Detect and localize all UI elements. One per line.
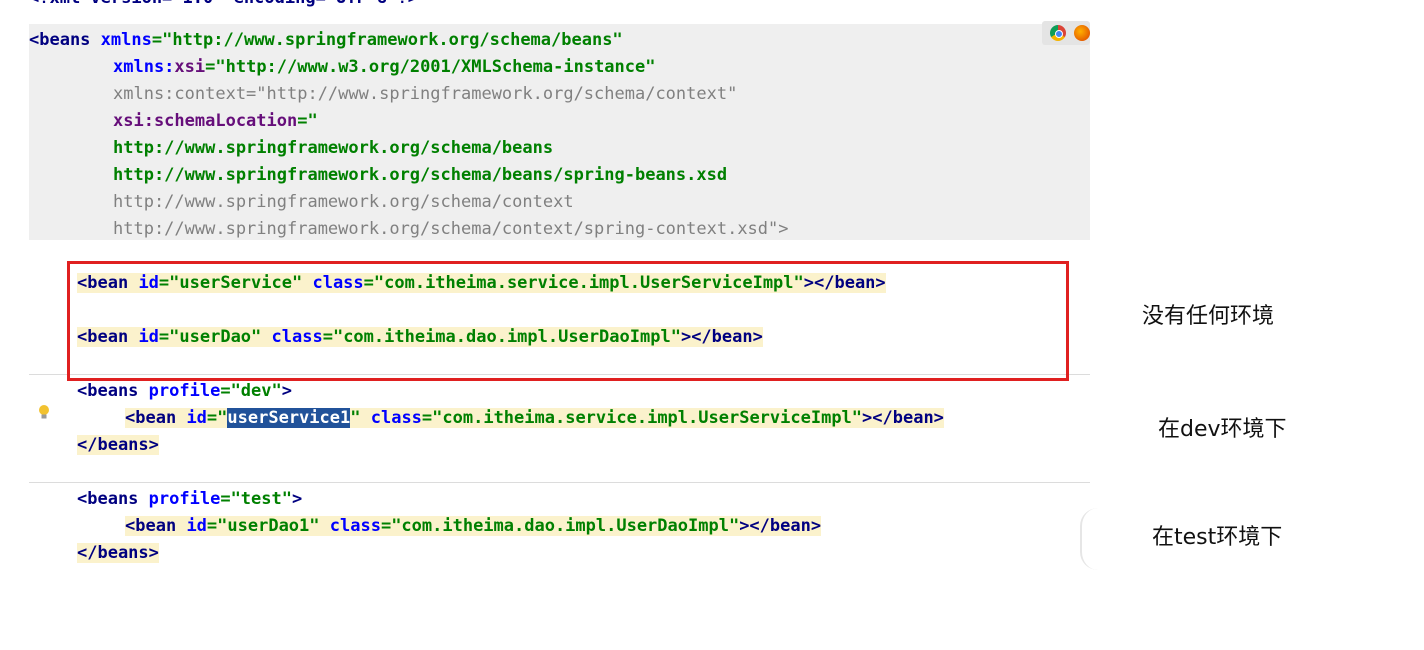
firefox-icon[interactable] — [1074, 25, 1090, 41]
id-close-quote: " — [350, 408, 361, 428]
xmlns-value: ="http://www.springframework.org/schema/… — [151, 30, 623, 50]
beans-gt: > — [291, 489, 303, 509]
code-line-schema-url-2: http://www.springframework.org/schema/be… — [113, 165, 728, 185]
screenshot-root: { "editor": { "top_line_partial": "<?xml… — [0, 0, 1424, 650]
class-value: ="com.itheima.dao.impl.UserDaoImpl" — [380, 516, 740, 536]
beans-tag: <beans — [29, 30, 91, 50]
beans-gt: > — [281, 381, 292, 401]
id-eq: =" — [206, 408, 228, 428]
chrome-icon[interactable] — [1050, 25, 1066, 41]
beans-close-tag: </beans> — [77, 543, 159, 563]
beans-tag: <beans — [77, 489, 139, 509]
code-line-xmlns-context: xmlns:context="http://www.springframewor… — [113, 84, 738, 104]
beans-tag: <beans — [77, 381, 139, 401]
code-line-schema-url-3: http://www.springframework.org/schema/co… — [113, 192, 574, 212]
code-line-bean-userservice1: <bean id="userService1" class="com.ithei… — [125, 405, 944, 432]
code-line-xmlns-xsi: xmlns:xsi="http://www.w3.org/2001/XMLSch… — [113, 54, 655, 81]
highlight-box — [67, 261, 1069, 381]
side-widget — [1080, 508, 1112, 570]
lightbulb-icon[interactable] — [38, 404, 50, 420]
class-attr: class — [329, 516, 381, 536]
code-separator — [29, 482, 1090, 483]
schema-location-eq: =" — [297, 111, 318, 131]
xmlns-attr: xmlns — [100, 30, 152, 50]
code-line-schema-location: xsi:schemaLocation=" — [113, 108, 318, 135]
class-value: ="com.itheima.service.impl.UserServiceIm… — [421, 408, 863, 428]
beans-close-tag: </beans> — [77, 435, 159, 455]
bean-tag: <bean — [125, 516, 177, 536]
profile-value: ="test" — [220, 489, 292, 509]
code-line-beans-open: <beans xmlns="http://www.springframework… — [29, 27, 623, 54]
code-line-schema-url-1: http://www.springframework.org/schema/be… — [113, 138, 554, 158]
id-attr: id — [186, 408, 207, 428]
code-line-schema-url-4: http://www.springframework.org/schema/co… — [113, 219, 789, 239]
schema-location-attr: xsi:schemaLocation — [113, 111, 298, 131]
id-value: ="userDao1" — [206, 516, 320, 536]
id-attr: id — [186, 516, 207, 536]
bean-close: ></bean> — [862, 408, 944, 428]
code-line-beans-dev: <beans profile="dev"> — [77, 378, 292, 405]
code-line-bean-userdao1: <bean id="userDao1" class="com.itheima.d… — [125, 513, 822, 540]
annotation-test-env: 在test环境下 — [1152, 525, 1283, 550]
profile-value: ="dev" — [220, 381, 282, 401]
bean-tag: <bean — [125, 408, 177, 428]
bean-close: ></bean> — [739, 516, 822, 536]
selected-id-text[interactable]: userService1 — [227, 408, 351, 428]
annotation-no-env: 没有任何环境 — [1142, 304, 1275, 329]
code-line-beans-test-close: </beans> — [77, 540, 159, 567]
profile-attr: profile — [148, 381, 221, 401]
browser-preview-bar — [1042, 21, 1090, 45]
code-line-beans-dev-close: </beans> — [77, 432, 159, 459]
code-line-beans-test: <beans profile="test"> — [77, 486, 302, 513]
class-attr: class — [370, 408, 422, 428]
profile-attr: profile — [148, 489, 221, 509]
xmlns-xsi-prefix: xmlns: — [113, 57, 175, 77]
annotation-dev-env: 在dev环境下 — [1158, 417, 1287, 442]
xml-declaration-line: <?xml version="1.0" encoding="UTF-8"?> — [29, 0, 418, 12]
xmlns-xsi-value: ="http://www.w3.org/2001/XMLSchema-insta… — [205, 57, 656, 77]
xmlns-xsi-name: xsi — [174, 57, 206, 77]
